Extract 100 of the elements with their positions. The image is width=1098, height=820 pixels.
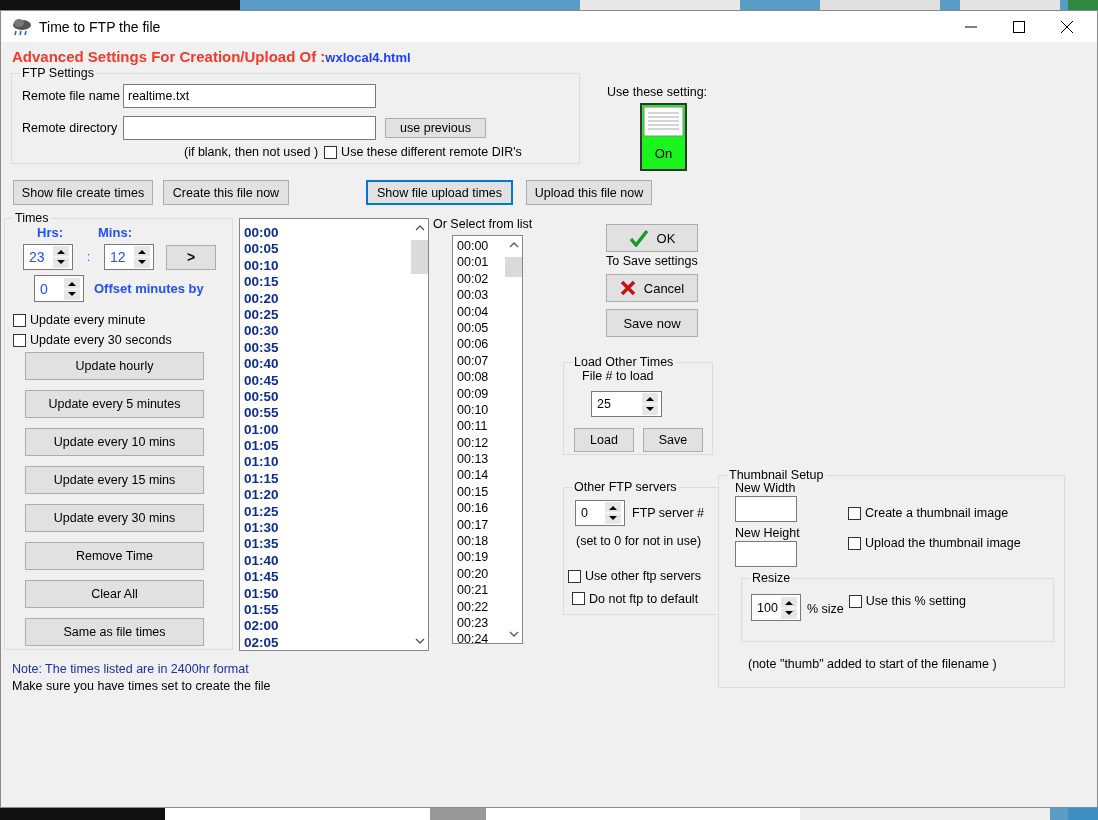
list-item[interactable]: 00:09	[457, 385, 505, 402]
list-item[interactable]: 01:55	[244, 602, 411, 619]
list-item[interactable]: 00:35	[244, 339, 411, 357]
list-item[interactable]: 00:24	[457, 631, 505, 643]
list-item[interactable]: 00:07	[457, 352, 505, 370]
list-item[interactable]: 00:18	[457, 533, 505, 550]
time-button[interactable]: Update every 5 minutes	[25, 390, 204, 418]
list-item[interactable]: 00:13	[457, 451, 505, 468]
time-button[interactable]: Update every 30 mins	[25, 504, 204, 532]
scroll-up-icon[interactable]	[508, 242, 519, 248]
scroll-down-icon[interactable]	[508, 631, 519, 637]
action-button[interactable]: Show file upload times	[366, 180, 513, 205]
list-item[interactable]: 00:03	[457, 287, 505, 304]
list-item[interactable]: 00:20	[244, 290, 411, 307]
list-item[interactable]: 00:02	[457, 270, 505, 288]
list-item[interactable]: 00:14	[457, 467, 505, 484]
list-item[interactable]: 00:55	[244, 405, 411, 422]
spin-arrows-icon[interactable]	[605, 502, 621, 524]
list-item[interactable]: 00:11	[457, 418, 505, 435]
input-field[interactable]: realtime.txt	[123, 84, 376, 108]
list-item[interactable]: 00:00	[244, 225, 411, 242]
save-now-button[interactable]: Save now	[606, 309, 698, 337]
checkbox[interactable]	[13, 333, 26, 347]
list-item[interactable]: 01:05	[244, 438, 411, 455]
checkbox[interactable]	[324, 145, 338, 159]
action-button[interactable]: Upload this file now	[526, 180, 652, 205]
list-item[interactable]: 00:50	[244, 388, 411, 406]
checkbox[interactable]	[848, 594, 862, 608]
scrollbar-thumb[interactable]	[411, 240, 428, 274]
checkbox[interactable]	[848, 506, 861, 520]
list-item[interactable]: 02:00	[244, 618, 411, 635]
time-button[interactable]: Remove Time	[25, 542, 204, 570]
list-item[interactable]: 00:01	[457, 254, 505, 271]
spin-field[interactable]: 12	[104, 244, 154, 270]
list-item[interactable]: 01:15	[244, 470, 411, 488]
use-previous-button[interactable]: use previous	[385, 118, 486, 138]
list-item[interactable]: 01:25	[244, 503, 411, 521]
list-item[interactable]: 00:22	[457, 598, 505, 615]
list-item[interactable]: 01:40	[244, 552, 411, 570]
checkbox[interactable]	[568, 569, 581, 583]
list-item[interactable]: 00:12	[457, 434, 505, 452]
list-item[interactable]: 00:16	[457, 500, 505, 517]
list-item[interactable]: 00:21	[457, 582, 505, 599]
time-button[interactable]: Same as file times	[25, 618, 204, 646]
action-button[interactable]: Show file create times	[13, 180, 153, 205]
spin-arrows-icon[interactable]	[781, 596, 797, 619]
ok-button[interactable]: OK	[606, 224, 698, 252]
checkbox[interactable]	[13, 313, 26, 327]
spin-field[interactable]: 0	[575, 500, 625, 526]
list-item[interactable]: 00:08	[457, 369, 505, 386]
add-time-button[interactable]: >	[166, 244, 216, 270]
list-item[interactable]: 00:23	[457, 615, 505, 632]
list-item[interactable]: 01:45	[244, 569, 411, 586]
list-item[interactable]: 00:04	[457, 303, 505, 320]
spin-field[interactable]: 23	[23, 244, 73, 270]
list-item[interactable]: 00:06	[457, 336, 505, 353]
input-field[interactable]	[735, 496, 797, 522]
spin-arrows-icon[interactable]	[134, 246, 150, 268]
list-item[interactable]: 00:05	[457, 319, 505, 337]
list-item[interactable]: 00:10	[244, 257, 411, 275]
list-item[interactable]: 00:30	[244, 323, 411, 340]
spin-field[interactable]: 100	[751, 594, 801, 621]
scroll-up-icon[interactable]	[414, 225, 425, 231]
spin-field[interactable]: 25	[591, 391, 662, 417]
cancel-button[interactable]: Cancel	[606, 274, 698, 302]
load-button[interactable]: Load	[574, 428, 634, 452]
scrollbar-thumb[interactable]	[505, 257, 522, 277]
time-button[interactable]: Update hourly	[25, 352, 204, 380]
spin-arrows-icon[interactable]	[53, 246, 69, 268]
list-item[interactable]: 02:05	[244, 634, 411, 650]
spin-arrows-icon[interactable]	[64, 277, 80, 300]
list-item[interactable]: 00:15	[244, 274, 411, 291]
input-field[interactable]	[735, 541, 797, 567]
list-item[interactable]: 00:25	[244, 306, 411, 324]
list-item[interactable]: 00:45	[244, 372, 411, 389]
list-item[interactable]: 00:15	[457, 483, 505, 501]
list-item[interactable]: 00:17	[457, 516, 505, 534]
list-item[interactable]: 00:00	[457, 238, 505, 255]
input-field[interactable]	[123, 116, 376, 140]
maximize-icon[interactable]	[1013, 20, 1025, 33]
list-item[interactable]: 00:20	[457, 565, 505, 583]
action-button[interactable]: Create this file now	[163, 180, 289, 205]
list-item[interactable]: 01:20	[244, 487, 411, 504]
list-item[interactable]: 00:05	[244, 241, 411, 258]
checkbox[interactable]	[572, 592, 585, 605]
time-button[interactable]: Clear All	[25, 580, 204, 608]
list-item[interactable]: 01:50	[244, 585, 411, 602]
list-item[interactable]: 00:19	[457, 549, 505, 566]
toggle-switch[interactable]: On	[640, 103, 687, 171]
save-button[interactable]: Save	[643, 428, 703, 452]
list-item[interactable]: 00:10	[457, 401, 505, 419]
time-button[interactable]: Update every 10 mins	[25, 428, 204, 456]
spin-field[interactable]: 0	[34, 275, 84, 302]
scroll-down-icon[interactable]	[414, 638, 425, 644]
time-button[interactable]: Update every 15 mins	[25, 466, 204, 494]
list-item[interactable]: 01:35	[244, 536, 411, 553]
list-item[interactable]: 01:10	[244, 454, 411, 471]
spin-arrows-icon[interactable]	[642, 393, 658, 415]
list-item[interactable]: 00:40	[244, 356, 411, 373]
list-item[interactable]: 01:00	[244, 421, 411, 439]
